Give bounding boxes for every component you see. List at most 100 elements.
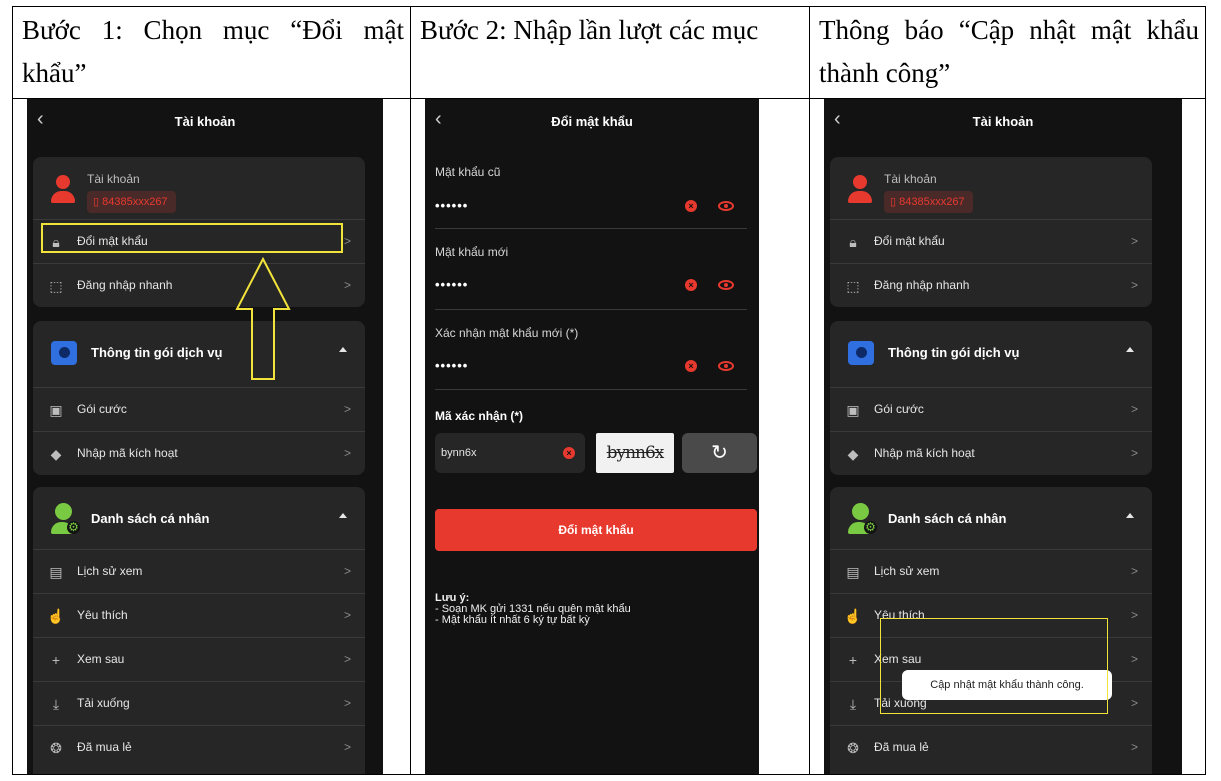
chevron-right-icon: > <box>343 402 351 416</box>
chevron-right-icon: > <box>343 234 351 248</box>
divider <box>435 389 747 390</box>
confirm-password-field[interactable]: •••••• <box>435 358 468 373</box>
eye-icon[interactable] <box>718 201 734 211</box>
clear-icon[interactable]: × <box>685 360 697 372</box>
eye-icon[interactable] <box>718 361 734 371</box>
film-reel-icon: ❂ <box>847 740 859 756</box>
note-line: - Mật khẩu ít nhất 6 ký tự bất kỳ <box>435 614 590 626</box>
lock-icon: 🔒︎ <box>849 234 857 250</box>
menu-item-favorites[interactable]: ☝ Yêu thích > <box>33 593 365 637</box>
captcha-input[interactable]: bynn6x × <box>435 433 585 473</box>
menu-item-label: Xem sau <box>77 652 125 666</box>
download-icon: ⤓ <box>849 696 857 712</box>
step-1-heading: Bước 1: Chọn mục “Đổi mật khẩu” <box>12 6 411 99</box>
menu-item-downloads[interactable]: ⤓ Tải xuống > <box>33 681 365 725</box>
chevron-right-icon: > <box>343 608 351 622</box>
new-password-label: Mật khẩu mới <box>435 245 509 259</box>
clear-icon[interactable]: × <box>685 279 697 291</box>
menu-item-change-password[interactable]: 🔒︎ Đổi mật khẩu > <box>830 219 1152 263</box>
old-password-label: Mật khẩu cũ <box>435 165 501 179</box>
caret-up-icon <box>339 513 347 518</box>
phone-number: 84385xxx267 <box>899 196 965 208</box>
menu-item-quick-login[interactable]: ⬚ Đăng nhập nhanh > <box>830 263 1152 307</box>
menu-item-label: Đổi mật khẩu <box>874 234 945 248</box>
menu-item-package[interactable]: ▣ Gói cước > <box>830 387 1152 431</box>
new-password-field[interactable]: •••••• <box>435 277 468 292</box>
service-section: Thông tin gói dịch vụ ▣ Gói cước > ◆ Nhậ… <box>830 321 1152 475</box>
menu-item-watch-history[interactable]: ▤ Lịch sử xem > <box>33 549 365 593</box>
old-password-field[interactable]: •••••• <box>435 198 468 213</box>
menu-item-watch-later[interactable]: + Xem sau > <box>33 637 365 681</box>
menu-item-label: Lịch sử xem <box>874 564 940 578</box>
moon-icon <box>848 341 874 365</box>
caret-up-icon <box>339 347 347 352</box>
top-bar: ‹ Tài khoản <box>824 100 1182 146</box>
moon-icon <box>51 341 77 365</box>
service-section: Thông tin gói dịch vụ ▣ Gói cước > ◆ Nhậ… <box>33 321 365 475</box>
plus-icon: + <box>848 652 858 668</box>
menu-item-label: Gói cước <box>874 402 924 416</box>
chevron-right-icon: > <box>1130 234 1138 248</box>
section-title: Danh sách cá nhân <box>888 511 1007 526</box>
tag-icon: ◆ <box>50 446 62 462</box>
menu-item-purchased[interactable]: ❂ Đã mua lẻ > <box>33 725 365 769</box>
menu-item-activation-code[interactable]: ◆ Nhập mã kích hoạt > <box>830 431 1152 475</box>
instruction-table: Bước 1: Chọn mục “Đổi mật khẩu” Bước 2: … <box>12 6 1206 775</box>
page-title: Tài khoản <box>174 114 236 129</box>
clear-icon[interactable]: × <box>685 200 697 212</box>
step-2-heading: Bước 2: Nhập lần lượt các mục <box>410 6 810 99</box>
caret-up-icon <box>1126 347 1134 352</box>
menu-item-label: Tải xuống <box>77 696 130 710</box>
chevron-right-icon: > <box>343 564 351 578</box>
clear-icon[interactable]: × <box>563 447 575 459</box>
chevron-right-icon: > <box>1130 740 1138 754</box>
package-icon: ▣ <box>846 402 860 418</box>
scan-icon: ⬚ <box>49 278 63 294</box>
page-title: Tài khoản <box>972 114 1034 129</box>
menu-item-label: Đã mua lẻ <box>874 740 929 754</box>
menu-item-label: Đăng nhập nhanh <box>874 278 970 292</box>
menu-item-package[interactable]: ▣ Gói cước > <box>33 387 365 431</box>
menu-item-label: Gói cước <box>77 402 127 416</box>
step-1-cell: ‹ Tài khoản Tài khoản ▯ 84385xxx267 🔒︎ Đ… <box>12 98 411 775</box>
caret-up-icon <box>1126 513 1134 518</box>
section-title: Danh sách cá nhân <box>91 511 210 526</box>
step-2-cell: ‹ Đổi mật khẩu Mật khẩu cũ •••••• × Mật … <box>410 98 810 775</box>
thumbs-up-icon: ☝ <box>844 608 862 624</box>
personal-section-header[interactable]: ⚙ Danh sách cá nhân <box>830 487 1152 553</box>
chevron-right-icon: > <box>1130 278 1138 292</box>
highlight-box <box>880 618 1108 714</box>
menu-item-watch-history[interactable]: ▤ Lịch sử xem > <box>830 549 1152 593</box>
chevron-right-icon: > <box>343 652 351 666</box>
download-icon: ⤓ <box>52 696 60 712</box>
eye-icon[interactable] <box>718 280 734 290</box>
menu-item-label: Nhập mã kích hoạt <box>874 446 975 460</box>
up-arrow-annotation <box>235 257 291 380</box>
chevron-right-icon: > <box>1130 446 1138 460</box>
package-icon: ▣ <box>49 402 63 418</box>
menu-item-label: Lịch sử xem <box>77 564 143 578</box>
service-section-header[interactable]: Thông tin gói dịch vụ <box>830 321 1152 387</box>
screenshot-row: ‹ Tài khoản Tài khoản ▯ 84385xxx267 🔒︎ Đ… <box>12 98 1206 775</box>
chevron-right-icon: > <box>343 740 351 754</box>
account-label: Tài khoản <box>884 172 937 186</box>
service-section-header[interactable]: Thông tin gói dịch vụ <box>33 321 365 387</box>
captcha-label: Mã xác nhận (*) <box>435 409 524 423</box>
result-heading: Thông báo “Cập nhật mật khẩu thành công” <box>809 6 1206 99</box>
account-label: Tài khoản <box>87 172 140 186</box>
menu-item-purchased[interactable]: ❂ Đã mua lẻ > <box>830 725 1152 769</box>
account-screen-success: ‹ Tài khoản Tài khoản ▯ 84385xxx267 🔒︎ Đ… <box>824 99 1182 774</box>
submit-button[interactable]: Đổi mật khẩu <box>435 509 757 551</box>
menu-item-quick-login[interactable]: ⬚ Đăng nhập nhanh > <box>33 263 365 307</box>
user-settings-icon: ⚙ <box>51 503 80 535</box>
refresh-icon: ↻ <box>711 442 728 464</box>
note-block: Lưu ý: - Soạn MK gửi 1331 nếu quên mật k… <box>435 593 631 626</box>
avatar-icon <box>51 175 75 207</box>
refresh-button[interactable]: ↻ <box>682 433 757 473</box>
scan-icon: ⬚ <box>846 278 860 294</box>
menu-item-activation-code[interactable]: ◆ Nhập mã kích hoạt > <box>33 431 365 475</box>
personal-section-header[interactable]: ⚙ Danh sách cá nhân <box>33 487 365 553</box>
chevron-right-icon: > <box>1130 564 1138 578</box>
phone-badge: ▯ 84385xxx267 <box>87 191 176 213</box>
captcha-value: bynn6x <box>441 447 477 459</box>
